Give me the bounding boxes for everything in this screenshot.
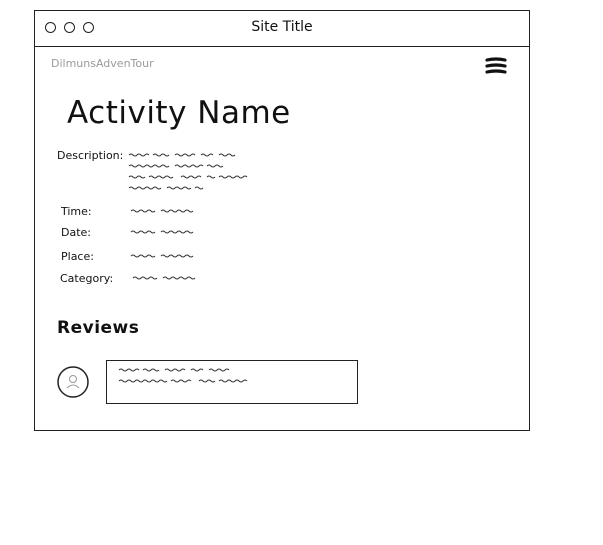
title-bar: Site Title [35, 11, 529, 47]
brand-link[interactable]: DilmunsAdvenTour [51, 57, 154, 70]
date-value-placeholder [130, 230, 194, 234]
site-title: Site Title [251, 19, 313, 35]
user-avatar-icon [57, 366, 89, 398]
category-label: Category: [60, 272, 114, 285]
browser-window: Site Title DilmunsAdvenTour Activity Nam… [34, 10, 530, 431]
time-value-placeholder [130, 209, 194, 213]
reviews-heading: Reviews [57, 318, 140, 338]
description-label: Description: [57, 149, 124, 162]
activity-title: Activity Name [67, 95, 291, 131]
time-label: Time: [61, 205, 92, 218]
category-value-placeholder [132, 276, 196, 280]
date-label: Date: [61, 226, 91, 239]
place-value-placeholder [130, 254, 194, 258]
review-text-placeholder [118, 368, 248, 383]
review-card [106, 360, 358, 404]
hamburger-menu-icon[interactable] [485, 57, 507, 75]
place-label: Place: [61, 250, 94, 263]
description-text-placeholder [128, 153, 248, 190]
